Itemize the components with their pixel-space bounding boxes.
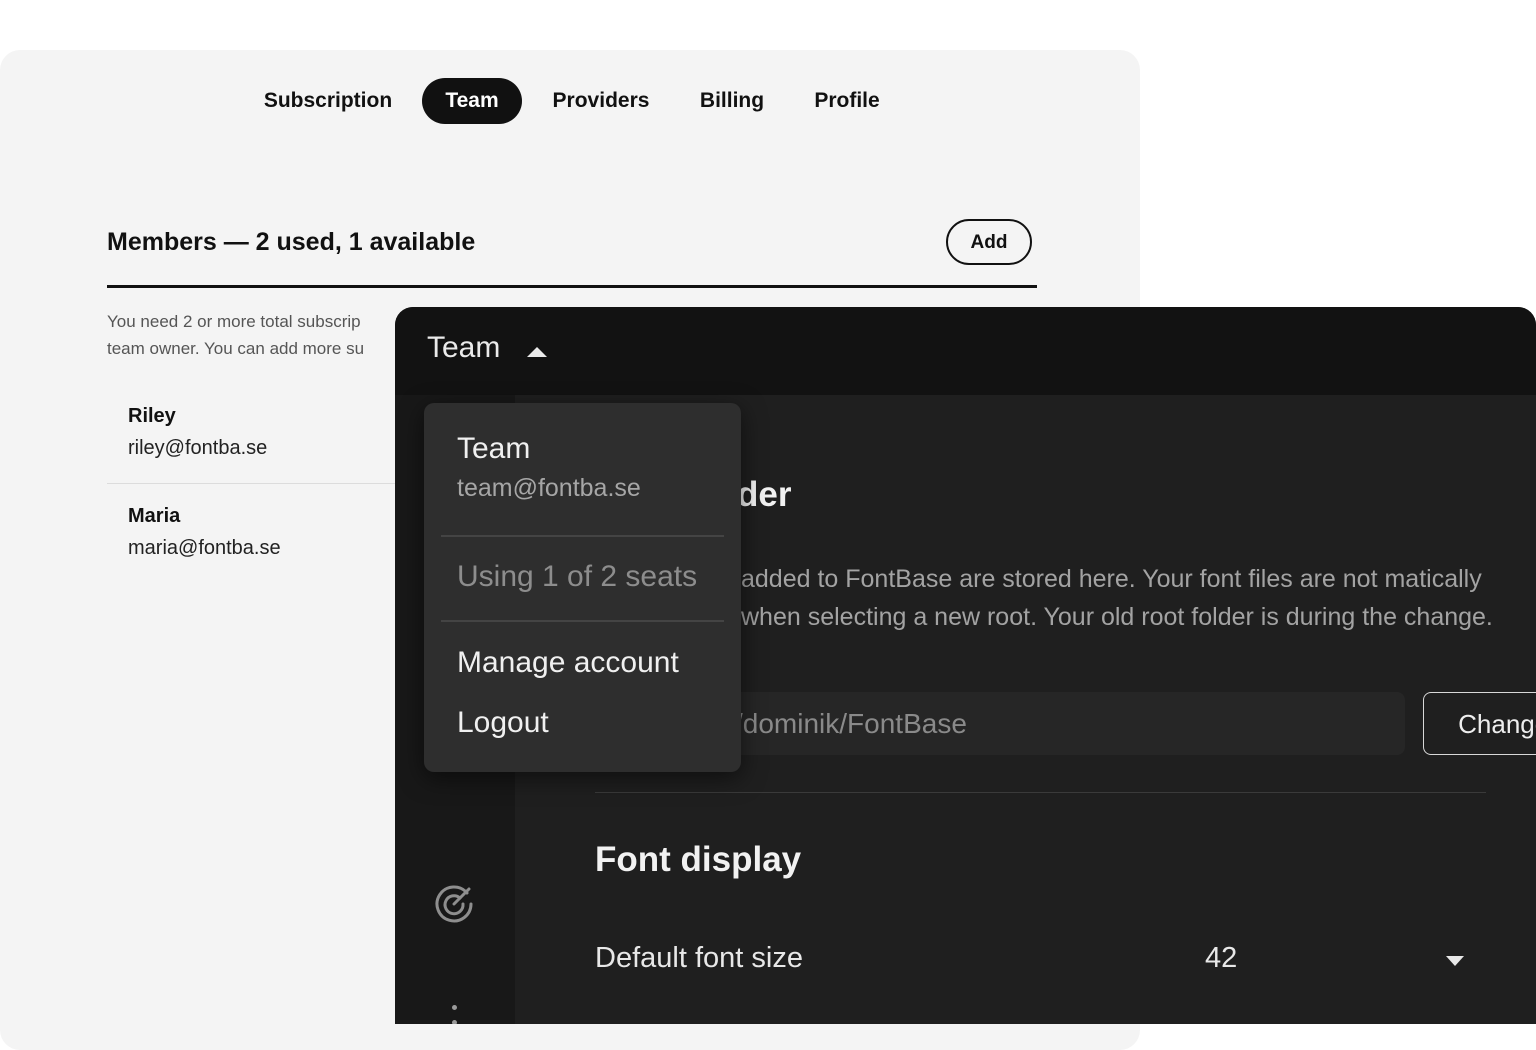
manage-account-item[interactable]: Manage account [457, 646, 679, 680]
account-nav-tabs: Subscription Team Providers Billing Prof… [0, 50, 1140, 160]
section-divider [595, 792, 1486, 793]
default-font-size-label: Default font size [595, 942, 803, 974]
app-titlebar: Team [395, 307, 1536, 395]
dropdown-team-email: team@fontba.se [457, 474, 641, 502]
tab-subscription[interactable]: Subscription [244, 78, 412, 124]
more-vertical-icon[interactable] [450, 1005, 458, 1024]
root-folder-description: added to FontBase are stored here. Your … [741, 565, 1493, 631]
member-name: Riley [128, 405, 176, 427]
tab-providers[interactable]: Providers [536, 78, 666, 124]
tab-team[interactable]: Team [422, 78, 522, 124]
logout-item[interactable]: Logout [457, 706, 549, 740]
team-switcher-label[interactable]: Team [427, 331, 500, 365]
seats-usage-text: Using 1 of 2 seats [457, 560, 698, 593]
font-display-title: Font display [595, 840, 802, 879]
dropdown-team-name: Team [457, 432, 531, 465]
members-divider [107, 285, 1037, 288]
default-font-size-value[interactable]: 42 [1205, 942, 1237, 975]
member-name: Maria [128, 505, 181, 527]
radar-icon[interactable] [433, 883, 475, 925]
member-email: riley@fontba.se [128, 437, 268, 459]
caret-up-icon[interactable] [527, 347, 547, 357]
root-path-field[interactable]: /dominik/FontBase [715, 692, 1405, 755]
change-root-button[interactable]: Change... [1423, 692, 1536, 755]
members-heading: Members — 2 used, 1 available [107, 228, 476, 256]
member-email: maria@fontba.se [128, 537, 281, 559]
dropdown-separator [441, 535, 724, 537]
chevron-down-icon[interactable] [1446, 956, 1464, 966]
tab-billing[interactable]: Billing [684, 78, 780, 124]
dropdown-separator [441, 620, 724, 622]
team-dropdown-menu: Team team@fontba.se Using 1 of 2 seats M… [424, 403, 741, 772]
add-member-button[interactable]: Add [946, 219, 1032, 265]
tab-profile[interactable]: Profile [798, 78, 896, 124]
root-folder-title: der [737, 475, 792, 514]
